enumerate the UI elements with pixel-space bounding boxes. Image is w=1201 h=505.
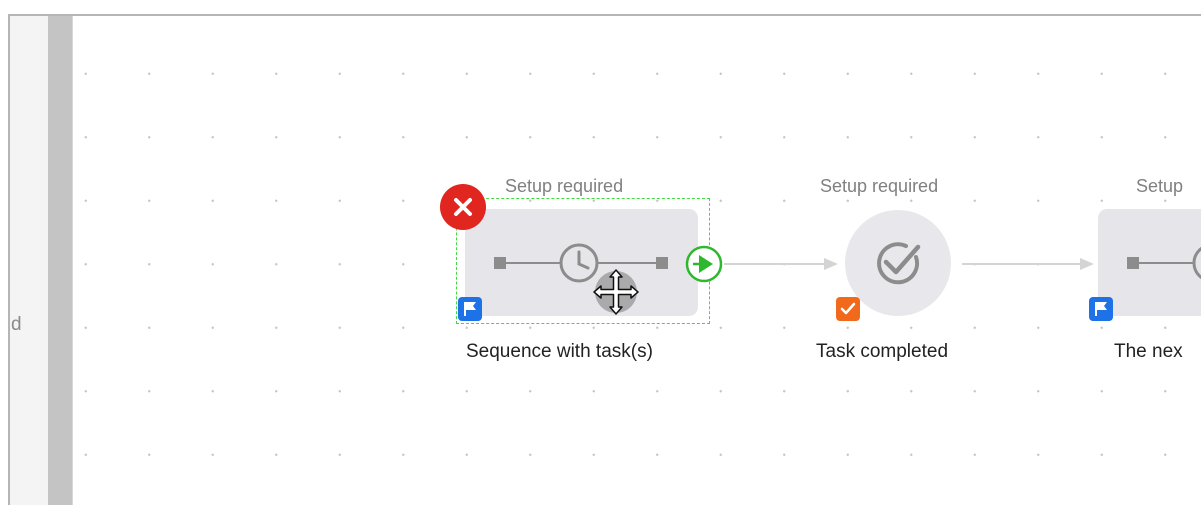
error-badge[interactable] — [440, 184, 486, 230]
connection-handle[interactable] — [684, 244, 724, 284]
task-node-circle[interactable] — [845, 210, 951, 316]
flag-icon — [1095, 302, 1107, 316]
checkmark-icon — [840, 302, 856, 315]
left-panel-text: d — [11, 314, 22, 335]
timer-sequence-icon — [1127, 246, 1201, 280]
node-title: The nex — [1114, 341, 1183, 362]
node-status-label: Setup required — [505, 176, 624, 196]
edge-1-to-2 — [724, 258, 838, 270]
play-arrow-icon — [685, 245, 723, 283]
flag-badge — [1089, 297, 1113, 321]
edge-2-to-3 — [962, 258, 1094, 270]
check-circle-icon — [877, 242, 921, 285]
close-icon — [454, 198, 472, 216]
selection-outline — [456, 198, 710, 324]
node-status-label: Setup required — [820, 176, 939, 196]
node-title: Task completed — [816, 341, 949, 362]
left-panel: d — [10, 16, 48, 505]
node-title: Sequence with task(s) — [466, 341, 653, 362]
checkmark-badge — [836, 297, 860, 321]
sequence-node-box[interactable] — [1098, 209, 1201, 316]
node-status-label: Setup — [1136, 176, 1184, 196]
panel-splitter[interactable] — [48, 16, 72, 505]
move-cursor-icon — [593, 269, 639, 315]
